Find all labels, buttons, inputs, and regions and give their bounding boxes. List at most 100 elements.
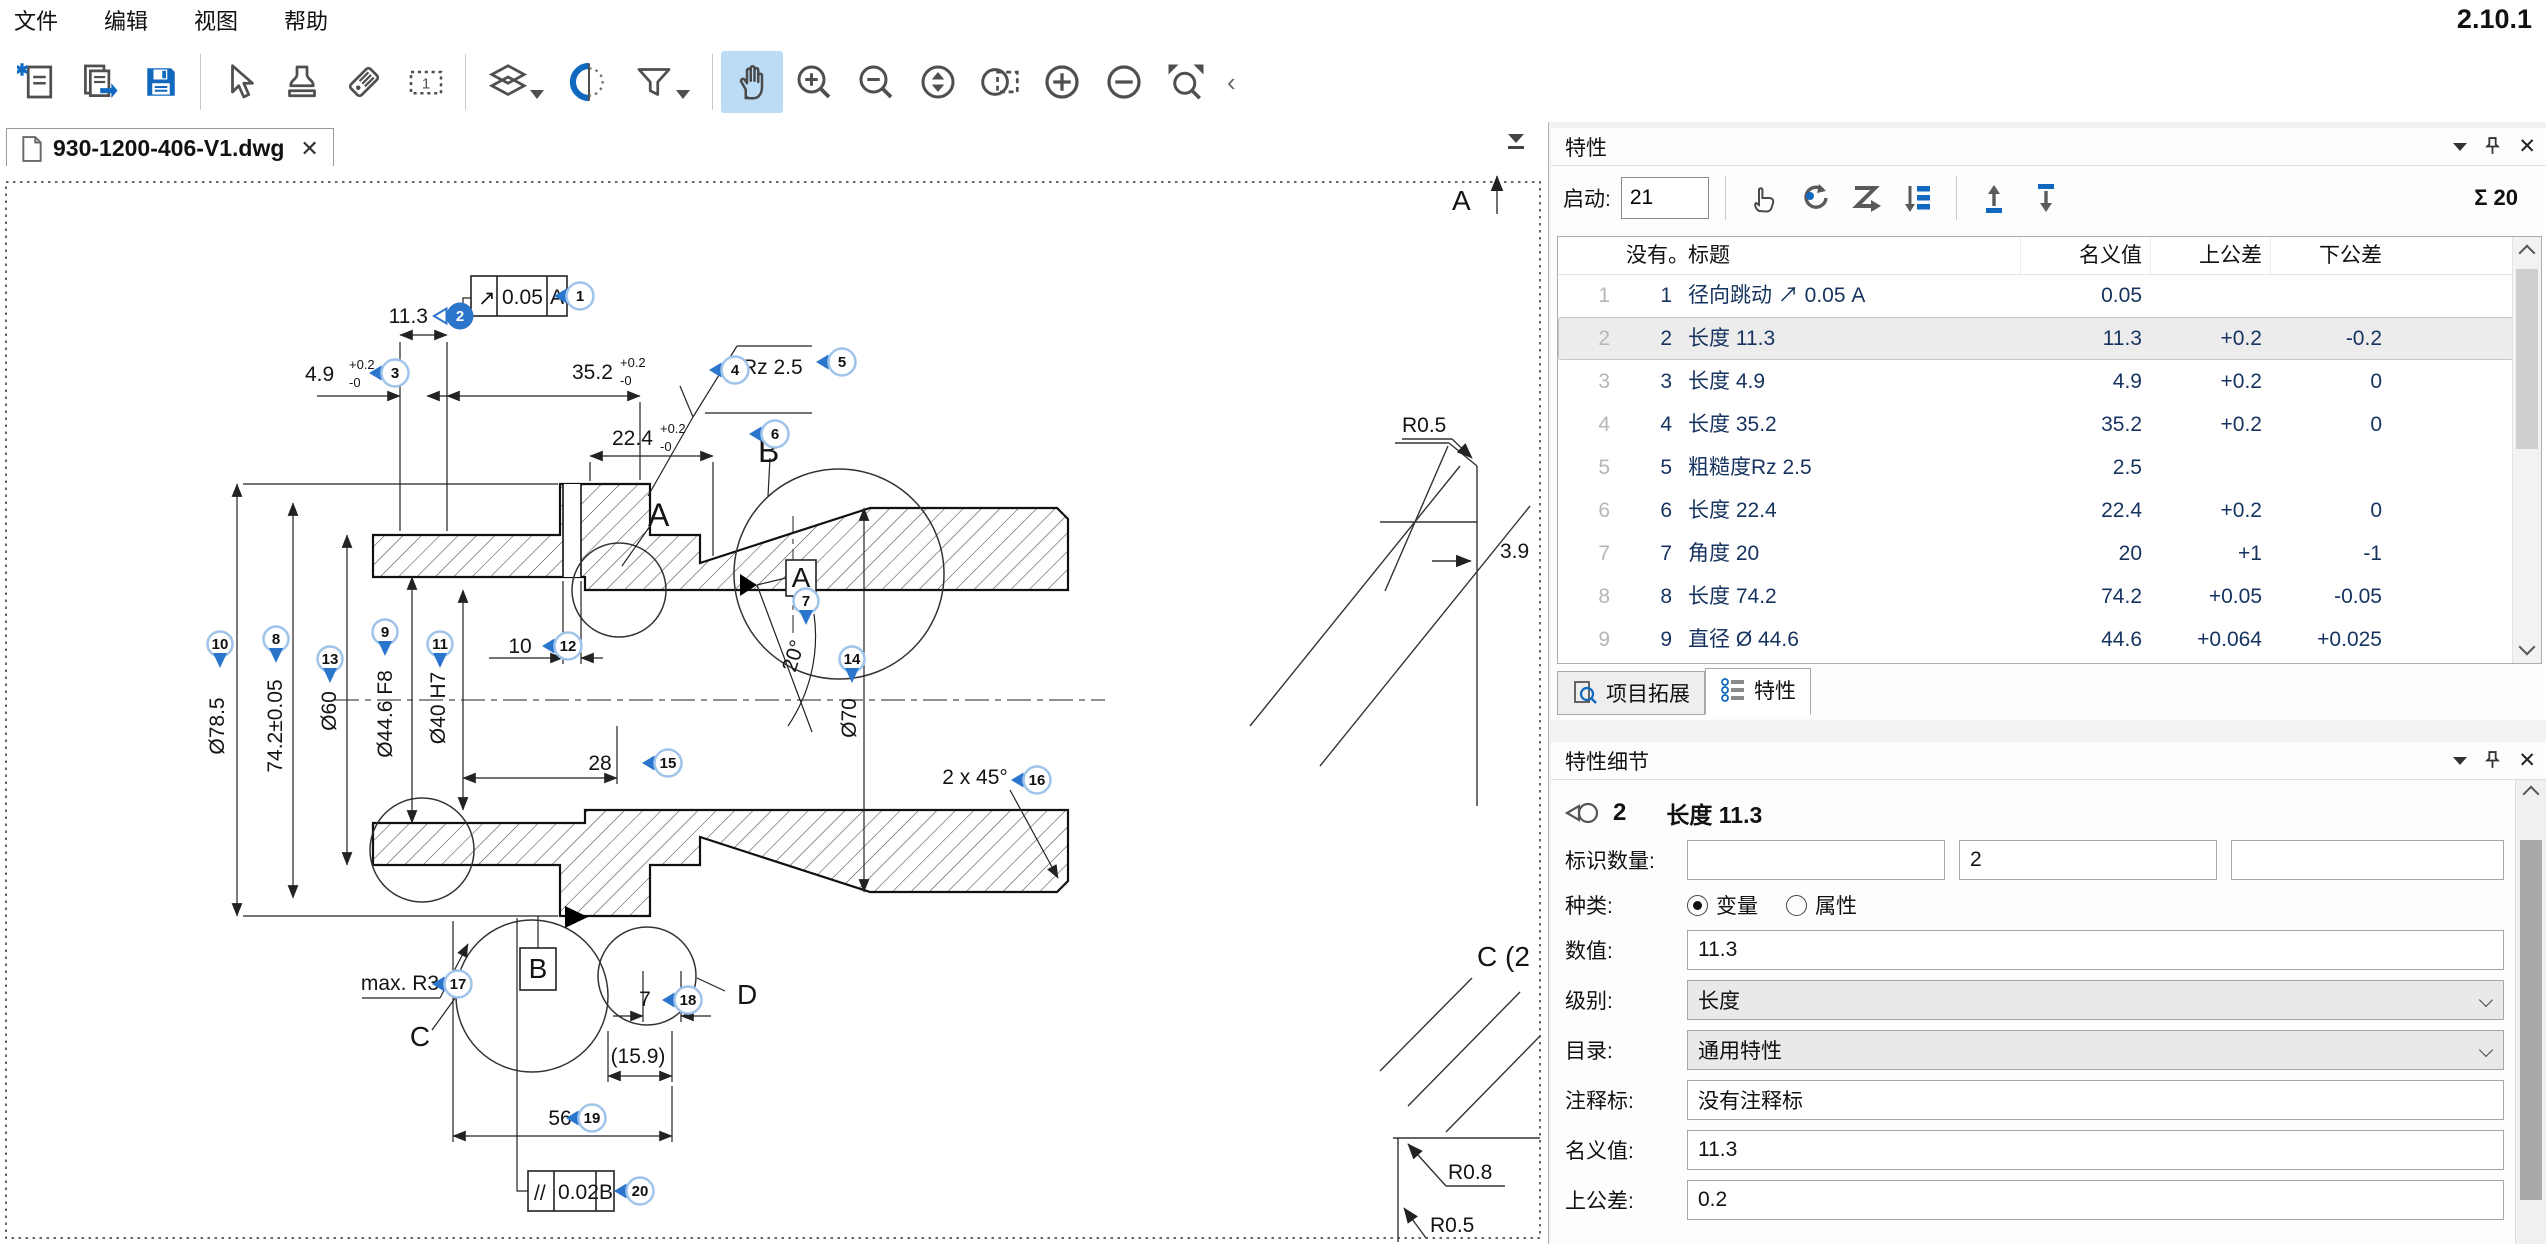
increase-button[interactable] [1031,51,1093,113]
table-cell: 1 [1558,274,1618,317]
level-select[interactable]: 长度 [1687,980,2504,1020]
table-row[interactable]: 33长度 4.94.9+0.20 [1558,360,2513,403]
note-input[interactable]: 没有注释标 [1687,1080,2504,1120]
col-lower[interactable]: 下公差 [2270,237,2390,274]
menu-view[interactable]: 视图 [194,4,238,36]
zoom-window-button[interactable] [969,51,1031,113]
pin-icon[interactable] [2485,137,2500,156]
scroll-up-icon[interactable] [2519,245,2536,262]
radio-variable[interactable] [1687,895,1708,916]
auto-balloon-region-button[interactable]: 1 [395,51,457,113]
balloon-20[interactable]: 20 [614,1178,654,1205]
collapse-panel-icon[interactable] [2453,143,2467,151]
nominal-input[interactable]: 11.3 [1687,1130,2504,1170]
close-icon[interactable]: ✕ [300,136,318,162]
catalog-select[interactable]: 通用特性 [1687,1030,2504,1070]
table-row[interactable]: 55粗糙度Rz 2.52.5 [1558,446,2513,489]
zoom-out-button[interactable] [845,51,907,113]
balloon-15[interactable]: 15 [642,750,682,777]
table-row[interactable]: 66长度 22.422.4+0.20 [1558,489,2513,532]
balloon-8[interactable]: 8 [264,627,289,664]
dashed-region-icon: 1 [406,62,446,102]
move-top-button[interactable] [1973,176,2015,220]
table-scrollbar[interactable] [2512,237,2541,663]
pan-hand-button[interactable] [721,51,783,113]
balloon-6[interactable]: 6 [749,421,789,448]
close-panel-icon[interactable]: ✕ [2518,748,2536,773]
tab-characteristics[interactable]: 特性 [1705,668,1811,715]
filter-button[interactable] [620,51,704,113]
collapse-panel-icon[interactable] [2453,757,2467,765]
svg-text:1: 1 [576,288,584,305]
sort-list-button[interactable] [1898,176,1940,220]
balloon-18[interactable]: 18 [662,987,702,1014]
balloon-13[interactable]: 13 [318,647,343,684]
zoom-fit-button[interactable] [1155,51,1217,113]
menu-help[interactable]: 帮助 [284,4,328,36]
balloon-4[interactable]: 4 [709,357,749,384]
table-row[interactable]: 99直径 Ø 44.644.6+0.064+0.025 [1558,618,2513,661]
document-tab[interactable]: 930-1200-406-V1.dwg ✕ [6,128,334,168]
balloon-12[interactable]: 12 [542,633,582,660]
close-panel-icon[interactable]: ✕ [2518,134,2536,159]
id-count-input-3[interactable] [2231,840,2504,880]
col-title[interactable]: 标题 [1680,237,2020,274]
scroll-down-icon[interactable] [2519,639,2536,656]
drawing-canvas[interactable]: ↗ 0.05 A 11.3 4.9 +0.2 -0 35.2 +0.2 -0 2… [0,166,1548,1244]
col-nominal[interactable]: 名义值 [2020,237,2150,274]
collapse-toolbar-button[interactable]: ‹ [1227,67,1236,98]
save-button[interactable] [130,51,192,113]
balloon-9[interactable]: 9 [373,620,398,657]
balloon-19[interactable]: 19 [566,1105,606,1132]
table-cell [2270,274,2390,317]
balloon-stamp-button[interactable] [271,51,333,113]
scrollbar-thumb[interactable] [2516,269,2538,449]
menu-edit[interactable]: 编辑 [104,4,148,36]
filter-dropdown-caret[interactable] [676,90,690,99]
id-count-input-1[interactable] [1687,840,1945,880]
pin-icon[interactable] [2485,751,2500,770]
tab-project-expand[interactable]: 项目拓展 [1557,671,1705,715]
balloon-5[interactable]: 5 [816,349,856,376]
svg-text:D: D [737,979,757,1010]
menu-file[interactable]: 文件 [14,4,58,36]
zoom-in-button[interactable] [783,51,845,113]
table-row[interactable]: 44长度 35.235.2+0.20 [1558,403,2513,446]
details-scrollbar[interactable] [2515,780,2546,1244]
radio-attribute[interactable] [1786,895,1807,916]
balloon-2-selected[interactable]: 2 [434,303,474,330]
new-document-icon [17,62,57,102]
select-cursor-button[interactable] [209,51,271,113]
table-row[interactable]: 77角度 2020+1-1 [1558,532,2513,575]
start-input[interactable] [1621,177,1709,219]
balloon-11[interactable]: 11 [428,632,453,669]
value-input[interactable]: 11.3 [1687,930,2504,970]
table-row[interactable]: 22长度 11.311.3+0.2-0.2 [1558,317,2513,360]
scroll-up-icon[interactable] [2523,786,2540,803]
renumber-button[interactable] [1794,176,1836,220]
balloon-3[interactable]: 3 [369,360,409,387]
layers-dropdown-caret[interactable] [530,90,544,99]
tag-button[interactable] [333,51,395,113]
new-document-button[interactable] [6,51,68,113]
zoom-dynamic-button[interactable] [907,51,969,113]
open-document-button[interactable] [68,51,130,113]
move-bottom-button[interactable] [2025,176,2067,220]
scrollbar-thumb[interactable] [2520,840,2542,1200]
id-count-input-2[interactable]: 2 [1959,840,2217,880]
col-upper[interactable]: 上公差 [2150,237,2270,274]
upper-tolerance-input[interactable]: 0.2 [1687,1180,2504,1220]
decrease-button[interactable] [1093,51,1155,113]
balloon-14[interactable]: 14 [840,647,865,684]
z-order-button[interactable] [1846,176,1888,220]
tab-list-menu[interactable] [1508,134,1524,149]
balloon-16[interactable]: 16 [1011,767,1051,794]
balloon-10[interactable]: 10 [208,632,233,669]
table-row[interactable]: 88长度 74.274.2+0.05-0.05 [1558,575,2513,618]
svg-text:3.9: 3.9 [1500,540,1529,563]
mirror-arc-button[interactable] [558,51,620,113]
pick-mode-button[interactable] [1742,176,1784,220]
layers-button[interactable] [474,51,558,113]
table-row[interactable]: 11径向跳动 ↗ 0.05 A0.05 [1558,274,2513,317]
col-no[interactable]: 没有。 [1618,237,1680,274]
